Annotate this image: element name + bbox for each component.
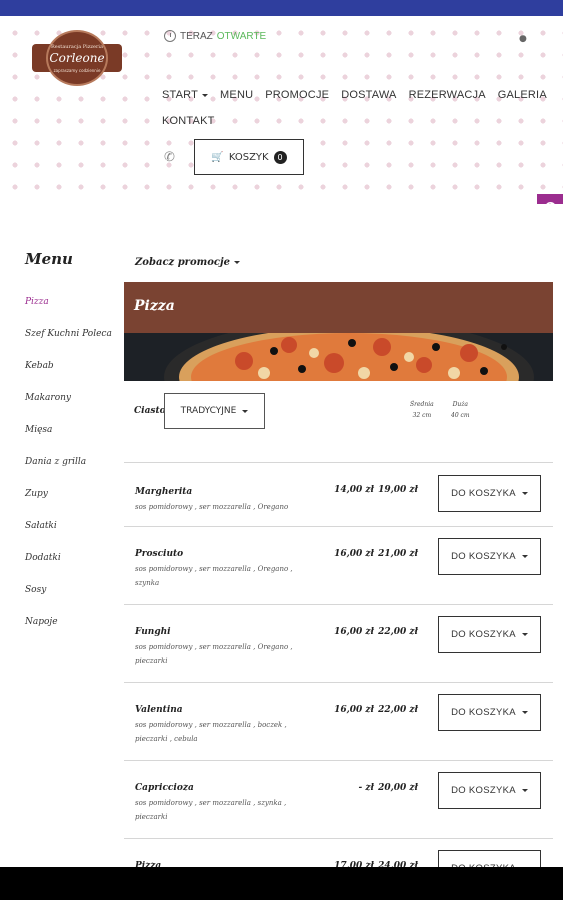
sidebar-item-grill[interactable]: Dania z grilla	[25, 456, 115, 469]
nav-item-dostawa[interactable]: DOSTAWA	[341, 89, 396, 101]
promotions-dropdown[interactable]: Zobacz promocje	[135, 257, 240, 268]
user-icon[interactable]: ●	[519, 34, 527, 44]
product-description: sos pomidorowy , ser mozzarella , Oregan…	[135, 503, 289, 511]
sidebar-item-sosy[interactable]: Sosy	[25, 584, 115, 597]
product-name: Capriccioza	[135, 783, 194, 793]
sidebar-item-pizza[interactable]: Pizza	[25, 296, 115, 309]
site-header: Restauracja Pizzeria Corleone zapraszamy…	[0, 16, 563, 204]
logo-bottom-text: zapraszamy codziennie	[53, 68, 101, 73]
add-to-cart-button[interactable]: DO KOSZYKA	[438, 616, 541, 653]
status-prefix: TERAZ	[180, 30, 213, 42]
product-name: Funghi	[135, 627, 171, 637]
price-large: 21,00 zł	[378, 549, 418, 559]
chevron-down-icon	[521, 789, 528, 792]
dough-label: Ciasto	[134, 406, 166, 416]
chevron-down-icon	[242, 409, 249, 413]
product-row: Margherita sos pomidorowy , ser mozzarel…	[124, 462, 553, 526]
product-row: Valentina sos pomidorowy , ser mozzarell…	[124, 682, 553, 760]
android-nav-bar	[0, 867, 563, 900]
browser-top-bar	[0, 0, 563, 16]
category-title: Pizza	[134, 298, 175, 314]
product-row: Funghi sos pomidorowy , ser mozzarella ,…	[124, 604, 553, 682]
nav-item-promocje[interactable]: PROMOCJE	[265, 89, 329, 101]
size-large-header: Duża 40 cm	[451, 401, 470, 419]
product-description: sos pomidorowy , ser mozzarella , szynka…	[135, 799, 287, 821]
nav-item-menu[interactable]: MENU	[220, 89, 253, 101]
logo-name: Corleone	[49, 51, 105, 65]
product-description: sos pomidorowy , ser mozzarella , Oregan…	[135, 643, 293, 665]
nav-item-rezerwacja[interactable]: REZERWACJA	[409, 89, 486, 101]
price-medium: - zł	[358, 783, 374, 793]
add-to-cart-button[interactable]: DO KOSZYKA	[438, 694, 541, 731]
product-row: Prosciuto sos pomidorowy , ser mozzarell…	[124, 526, 553, 604]
cart-label: KOSZYK	[228, 151, 269, 163]
chevron-down-icon	[521, 633, 528, 636]
sidebar-item-napoje[interactable]: Napoje	[25, 616, 115, 629]
chevron-down-icon	[521, 555, 528, 558]
price-large: 22,00 zł	[378, 705, 418, 715]
size-medium-header: Średnia 32 cm	[410, 401, 434, 419]
logo-top-text: Restauracja Pizzeria	[51, 44, 103, 50]
main-content: Menu Pizza Szef Kuchni Poleca Kebab Maka…	[0, 204, 563, 887]
product-name: Margherita	[135, 487, 193, 497]
category-sidebar: Pizza Szef Kuchni Poleca Kebab Makarony …	[25, 296, 115, 648]
sidebar-item-zupy[interactable]: Zupy	[25, 488, 115, 501]
category-header: Pizza	[124, 282, 553, 333]
product-description: sos pomidorowy , ser mozzarella , boczek…	[135, 721, 287, 743]
price-large: 20,00 zł	[378, 783, 418, 793]
sidebar-item-szef-kuchni[interactable]: Szef Kuchni Poleca	[25, 328, 115, 341]
main-nav: START MENU PROMOCJE DOSTAWA REZERWACJA G…	[162, 82, 547, 134]
price-medium: 16,00 zł	[334, 705, 374, 715]
add-to-cart-button[interactable]: DO KOSZYKA	[438, 475, 541, 512]
chevron-down-icon	[233, 261, 240, 264]
nav-item-kontakt[interactable]: KONTAKT	[162, 115, 215, 127]
dough-type-select[interactable]: TRADYCYJNE	[164, 393, 265, 429]
cart-count-badge: 0	[273, 150, 287, 164]
price-medium: 14,00 zł	[334, 485, 374, 495]
pizza-banner-image	[124, 333, 553, 381]
nav-item-galeria[interactable]: GALERIA	[498, 89, 547, 101]
sidebar-item-dodatki[interactable]: Dodatki	[25, 552, 115, 565]
restaurant-logo[interactable]: Restauracja Pizzeria Corleone zapraszamy…	[32, 30, 122, 86]
opening-status: TERAZ OTWARTE	[164, 30, 266, 42]
product-name: Prosciuto	[135, 549, 184, 559]
add-to-cart-button[interactable]: DO KOSZYKA	[438, 772, 541, 809]
clock-icon	[164, 30, 176, 42]
cart-icon: 🛒	[211, 151, 224, 163]
add-to-cart-button[interactable]: DO KOSZYKA	[438, 538, 541, 575]
price-medium: 16,00 zł	[334, 549, 374, 559]
price-large: 22,00 zł	[378, 627, 418, 637]
sidebar-item-makarony[interactable]: Makarony	[25, 392, 115, 405]
sidebar-item-miesa[interactable]: Mięsa	[25, 424, 115, 437]
sidebar-title: Menu	[25, 250, 73, 268]
product-description: sos pomidorowy , ser mozzarella , Oregan…	[135, 565, 293, 587]
chevron-down-icon	[521, 711, 528, 714]
status-value: OTWARTE	[216, 30, 267, 42]
product-name: Valentina	[135, 705, 183, 715]
price-large: 19,00 zł	[378, 485, 418, 495]
sidebar-item-salatki[interactable]: Sałatki	[25, 520, 115, 533]
phone-icon[interactable]: ✆	[164, 150, 178, 165]
product-row: Capriccioza sos pomidorowy , ser mozzare…	[124, 760, 553, 838]
nav-item-start[interactable]: START	[162, 89, 209, 101]
product-list: Margherita sos pomidorowy , ser mozzarel…	[124, 462, 553, 898]
chevron-down-icon	[521, 492, 528, 495]
price-medium: 16,00 zł	[334, 627, 374, 637]
chevron-down-icon	[202, 93, 209, 97]
cart-button[interactable]: 🛒 KOSZYK 0	[194, 139, 304, 175]
sidebar-item-kebab[interactable]: Kebab	[25, 360, 115, 373]
